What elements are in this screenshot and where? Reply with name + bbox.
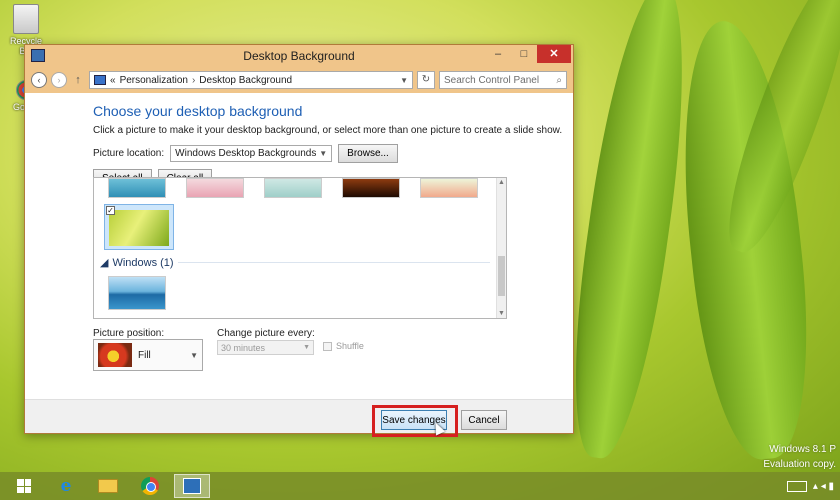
chevron-down-icon: ▼ xyxy=(190,350,198,360)
refresh-button[interactable]: ↻ xyxy=(417,71,435,89)
navigation-bar: ‹ › ↑ « Personalization › Desktop Backgr… xyxy=(25,67,573,93)
minimize-button[interactable]: – xyxy=(485,45,511,63)
picture-position-dropdown[interactable]: Fill ▼ xyxy=(93,339,203,371)
wallpaper-image xyxy=(109,210,169,246)
watermark-line1: Windows 8.1 P xyxy=(769,444,836,455)
cancel-button[interactable]: Cancel xyxy=(461,410,507,430)
chevron-down-icon: ▼ xyxy=(319,149,328,158)
desktop-background-window: Desktop Background – □ ✕ ‹ › ↑ « Persona… xyxy=(24,44,574,437)
tray-icons[interactable]: ▴ ◂ ▮ xyxy=(813,481,834,492)
forward-button[interactable]: › xyxy=(51,72,67,88)
chevron-down-icon: ▼ xyxy=(303,344,310,351)
wallpaper-thumbnail[interactable] xyxy=(342,178,400,198)
control-panel-icon xyxy=(183,478,201,494)
wallpaper-thumbnail[interactable] xyxy=(108,178,166,198)
start-button[interactable] xyxy=(6,474,42,498)
window-controls: – □ ✕ xyxy=(485,45,571,63)
instructions-text: Click a picture to make it your desktop … xyxy=(93,125,563,136)
search-placeholder: Search Control Panel xyxy=(444,74,540,86)
position-preview-image xyxy=(98,343,132,367)
wallpaper-thumbnail[interactable] xyxy=(420,178,478,198)
control-panel-icon xyxy=(31,49,45,62)
window-footer: Save changes Cancel xyxy=(25,399,573,437)
taskbar: e ▴ ◂ ▮ xyxy=(0,472,840,500)
change-every-dropdown: 30 minutes ▼ xyxy=(217,340,314,355)
picture-position-value: Fill xyxy=(138,349,151,361)
shuffle-checkbox: Shuffle xyxy=(323,341,364,351)
window-titlebar[interactable]: Desktop Background – □ ✕ xyxy=(25,45,573,67)
picture-location-value: Windows Desktop Backgrounds xyxy=(175,148,317,159)
scrollbar-thumb[interactable] xyxy=(498,256,505,296)
keyboard-icon[interactable] xyxy=(786,480,807,492)
wallpaper-thumbnail[interactable] xyxy=(264,178,322,198)
wallpaper-frond xyxy=(556,0,704,464)
breadcrumb-separator: › xyxy=(191,74,196,86)
taskbar-control-panel[interactable] xyxy=(174,474,210,498)
breadcrumb-desktop-background[interactable]: Desktop Background xyxy=(199,75,292,86)
system-tray: ▴ ◂ ▮ xyxy=(786,480,834,492)
page-title: Choose your desktop background xyxy=(93,103,303,119)
back-button[interactable]: ‹ xyxy=(31,72,47,88)
wallpaper-thumbnail[interactable] xyxy=(186,178,244,198)
internet-explorer-icon: e xyxy=(60,476,72,496)
picture-location-label: Picture location: xyxy=(93,148,165,159)
scroll-up-icon[interactable]: ▲ xyxy=(498,179,505,186)
picture-gallery: ✓ ◢ Windows (1) ▲ ▼ xyxy=(93,177,507,319)
group-header-windows[interactable]: ◢ Windows (1) xyxy=(100,256,490,269)
change-every-label: Change picture every: xyxy=(217,328,315,339)
selected-wallpaper-thumbnail[interactable]: ✓ xyxy=(104,204,174,250)
taskbar-chrome[interactable] xyxy=(132,474,168,498)
scroll-down-icon[interactable]: ▼ xyxy=(498,310,505,317)
picture-position-label: Picture position: xyxy=(93,328,165,339)
control-panel-icon xyxy=(94,75,106,85)
chevron-down-icon[interactable]: ▼ xyxy=(400,76,408,85)
up-button[interactable]: ↑ xyxy=(71,74,85,86)
search-icon: ⌕ xyxy=(556,74,562,86)
recycle-bin-icon xyxy=(13,4,39,34)
taskbar-internet-explorer[interactable]: e xyxy=(48,474,84,498)
group-header-label: Windows (1) xyxy=(112,256,174,269)
wallpaper-thumbnail[interactable] xyxy=(108,276,166,310)
breadcrumb-prefix: « xyxy=(110,74,116,86)
taskbar-file-explorer[interactable] xyxy=(90,474,126,498)
gallery-scrollbar[interactable]: ▲ ▼ xyxy=(496,178,506,318)
browse-button[interactable]: Browse... xyxy=(338,144,398,163)
windows-start-icon xyxy=(17,479,31,493)
change-every-value: 30 minutes xyxy=(221,342,266,353)
chrome-icon xyxy=(141,477,159,495)
breadcrumb-personalization[interactable]: Personalization xyxy=(120,75,188,86)
file-explorer-icon xyxy=(98,479,118,493)
collapse-arrow-icon: ◢ xyxy=(100,257,109,269)
address-bar[interactable]: « Personalization › Desktop Background ▼ xyxy=(89,71,413,89)
maximize-button[interactable]: □ xyxy=(511,45,537,63)
watermark-line2: Evaluation copy. xyxy=(763,459,836,470)
close-button[interactable]: ✕ xyxy=(537,45,571,63)
evaluation-watermark: Windows 8.1 P Evaluation copy. xyxy=(763,442,836,472)
picture-location-dropdown[interactable]: Windows Desktop Backgrounds ▼ xyxy=(170,145,333,162)
shuffle-box xyxy=(323,341,332,351)
shuffle-label: Shuffle xyxy=(336,341,364,351)
window-title: Desktop Background xyxy=(243,49,355,63)
search-input[interactable]: Search Control Panel ⌕ xyxy=(439,71,567,89)
thumbnail-checkbox[interactable]: ✓ xyxy=(106,206,115,215)
